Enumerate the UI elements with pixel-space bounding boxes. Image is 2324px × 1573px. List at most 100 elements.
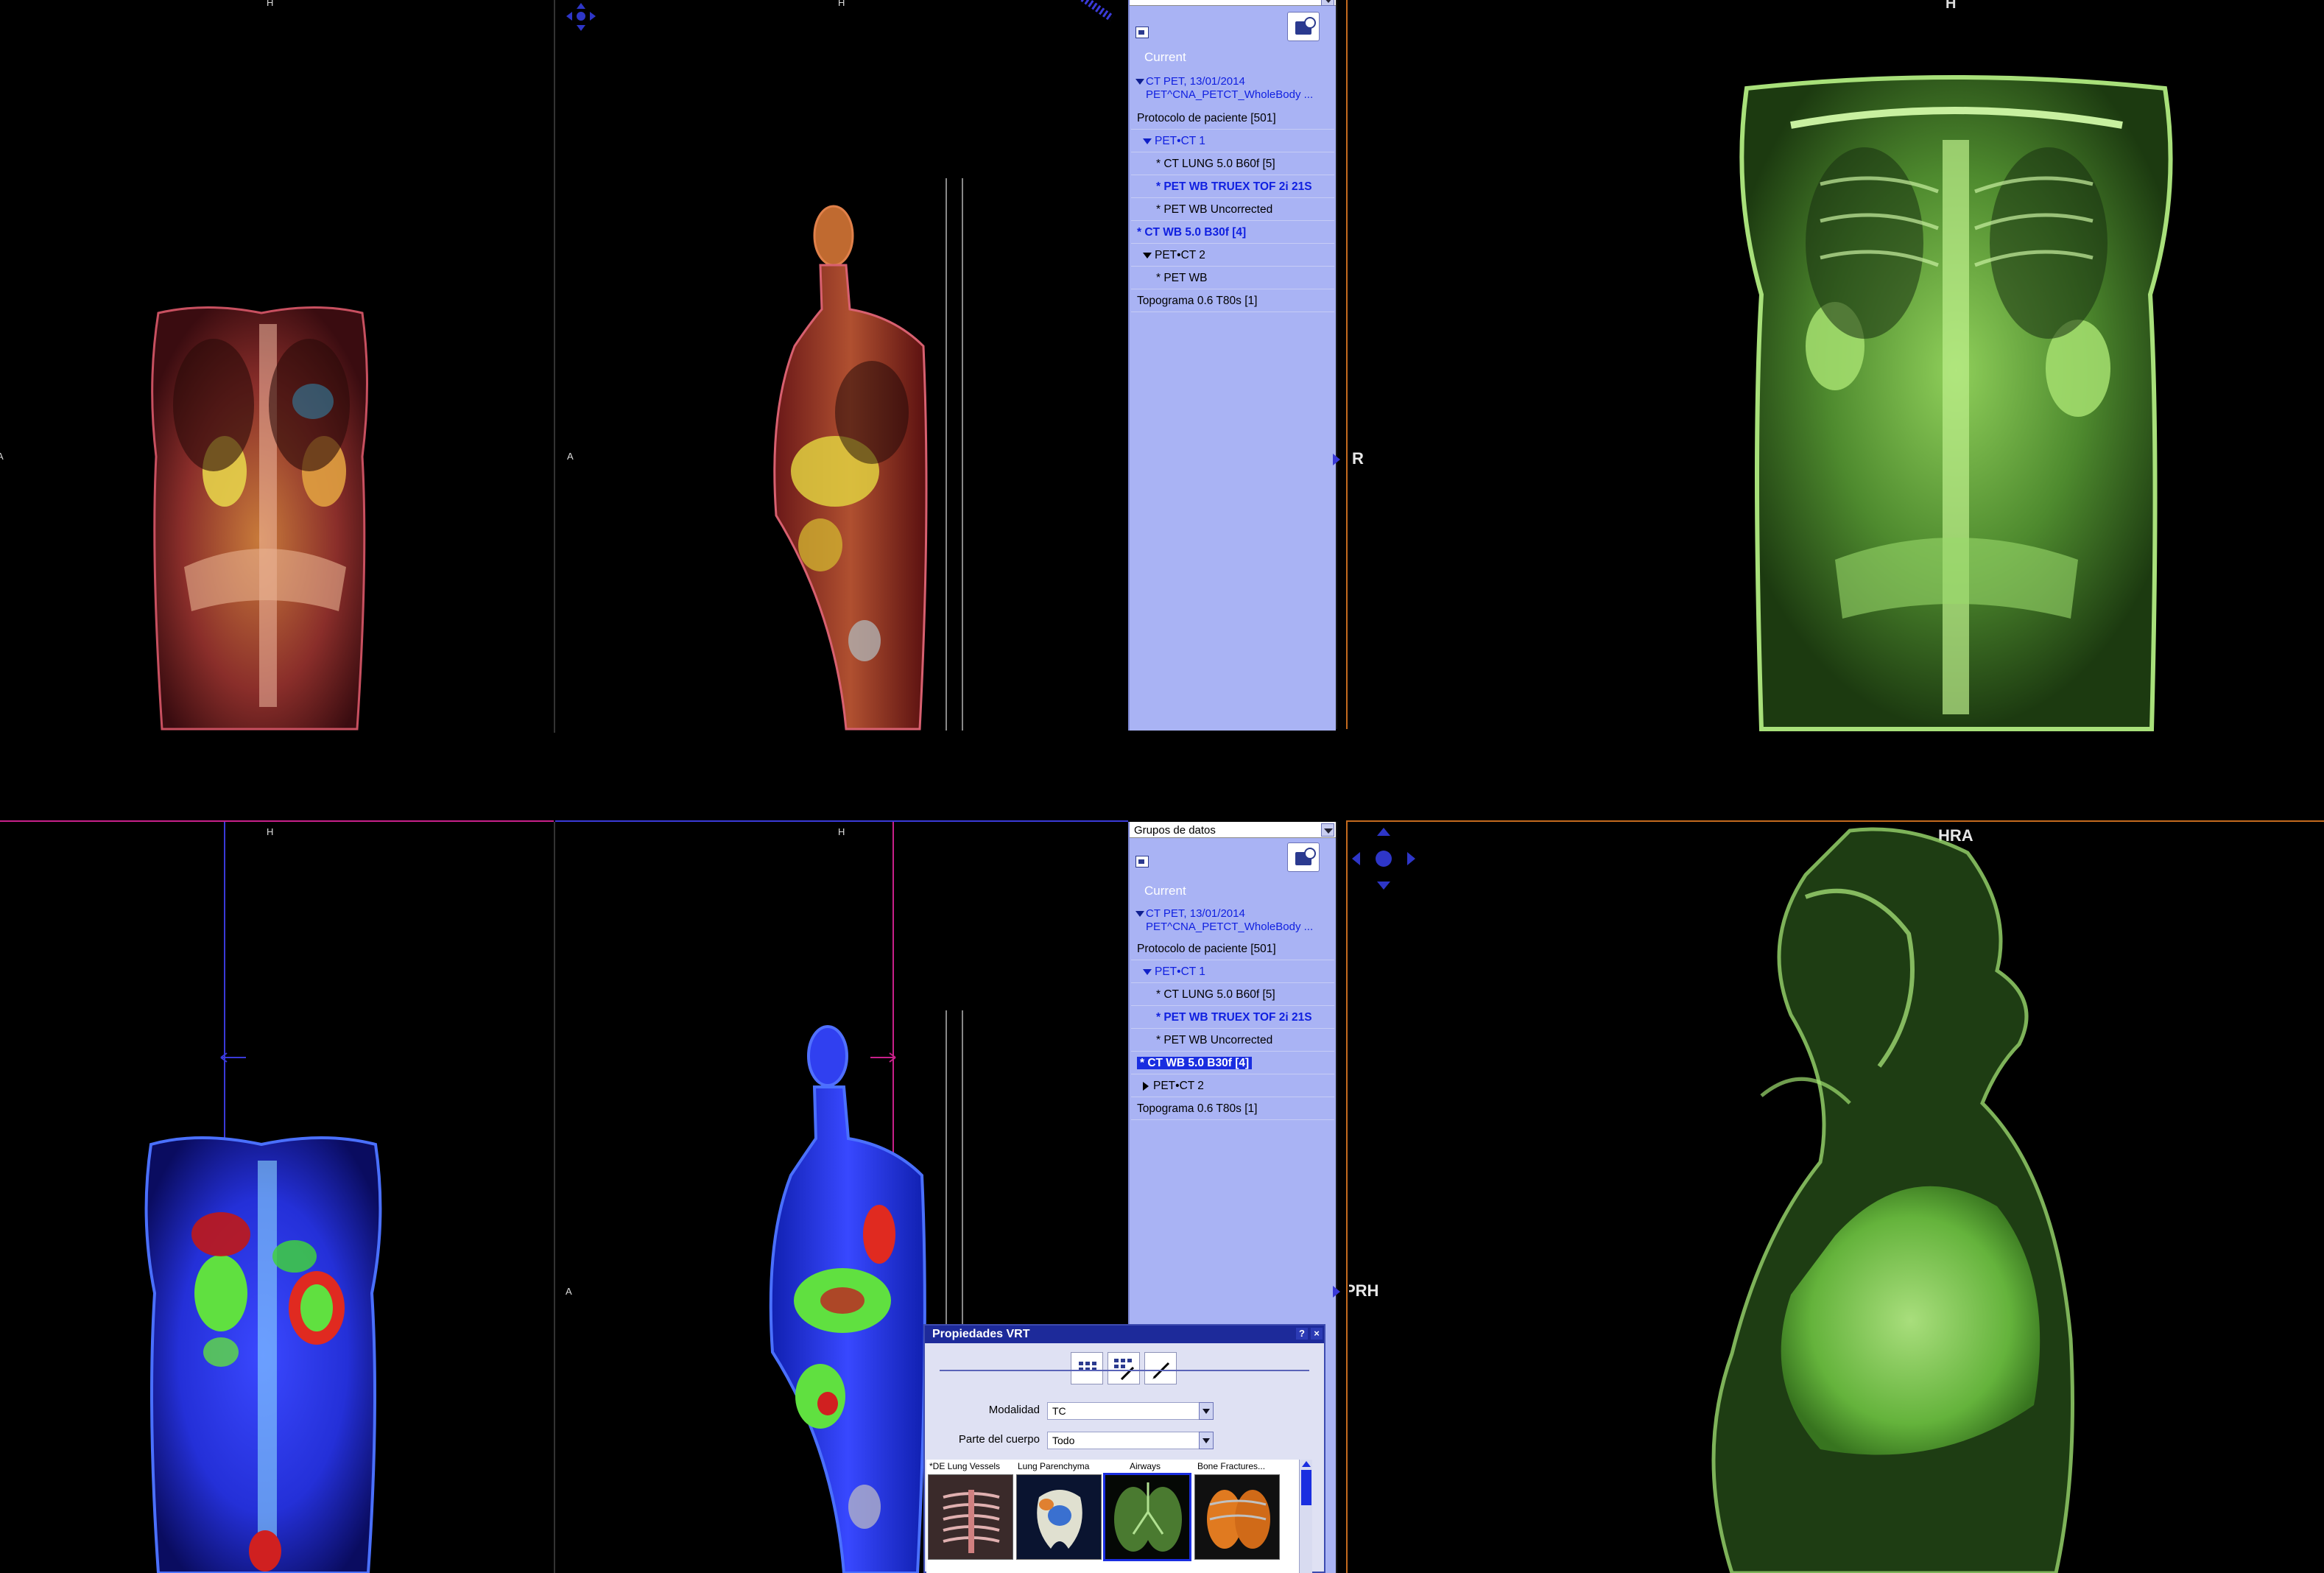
preset-gallery[interactable]: *DE Lung Vessels Lung Parenchyma Airways… (926, 1460, 1312, 1573)
tree-row[interactable]: Protocolo de paciente [501] (1131, 108, 1334, 130)
scroll-up-icon[interactable] (1302, 1461, 1311, 1467)
coronal-pet-image (144, 1136, 382, 1573)
tree-row-label: * CT LUNG 5.0 B60f [5] (1156, 158, 1275, 170)
tree-row[interactable]: PET•CT 1 (1131, 961, 1334, 983)
viewport-top-middle-sagittal[interactable]: H A (555, 0, 1128, 736)
dialog-title: Propiedades VRT (925, 1326, 1324, 1343)
tree-row-label: * PET WB Uncorrected (1156, 203, 1273, 216)
tree-row-label: * PET WB Uncorrected (1156, 1034, 1273, 1046)
coronal-fused-image (151, 306, 368, 731)
tree-row-label: PET•CT 1 (1155, 135, 1205, 147)
vrt-coronal-image (1739, 75, 2173, 731)
viewport-top-left-coronal[interactable]: H A (0, 0, 554, 736)
expand-icon (1135, 911, 1144, 918)
modality-label: Modalidad (988, 1404, 1040, 1416)
bodypart-label: Parte del cuerpo (958, 1433, 1040, 1446)
data-groups-panel-bottom[interactable]: Grupos de datos Current CT PET, 13/01/20… (1128, 822, 1336, 1330)
tree-row[interactable]: Topograma 0.6 T80s [1] (1131, 1098, 1334, 1120)
dropdown-button[interactable] (1321, 823, 1334, 837)
preset-label: Airways (1130, 1461, 1161, 1471)
tree-row-label: * CT LUNG 5.0 B60f [5] (1156, 988, 1275, 1001)
tree-row-label: * PET WB TRUEX TOF 2i 21S (1156, 1011, 1312, 1024)
tree-row[interactable]: * PET WB Uncorrected (1131, 199, 1334, 221)
tree-row[interactable]: Protocolo de paciente [501] (1131, 938, 1334, 960)
study-date: CT PET, 13/01/2014 (1146, 75, 1245, 88)
expand-icon (1135, 79, 1144, 85)
study-date: CT PET, 13/01/2014 (1146, 907, 1245, 920)
study-subtitle: PET^CNA_PETCT_WholeBody ... (1146, 88, 1314, 101)
preset-thumb-bone-fractures[interactable] (1194, 1474, 1280, 1560)
study-subtitle: PET^CNA_PETCT_WholeBody ... (1146, 921, 1314, 933)
preset-label: *DE Lung Vessels (929, 1461, 1001, 1471)
tree-row-label: Protocolo de paciente [501] (1137, 943, 1276, 955)
preset-thumb-airways[interactable] (1103, 1473, 1191, 1561)
panel-header (1130, 0, 1336, 6)
tree-row[interactable]: PET•CT 2 (1131, 1075, 1334, 1097)
bodypart-value: Todo (1052, 1435, 1075, 1446)
tree-row[interactable]: * CT WB 5.0 B30f [4] (1131, 222, 1334, 244)
bodypart-select[interactable]: Todo (1047, 1432, 1214, 1449)
tree-row-label: PET•CT 2 (1155, 249, 1205, 261)
chevron-down-icon[interactable] (1199, 1402, 1214, 1420)
tree-row[interactable]: * PET WB (1131, 267, 1334, 289)
dropdown-button[interactable] (1321, 0, 1334, 6)
tree-row[interactable]: PET•CT 1 (1131, 130, 1334, 152)
panel-header: Grupos de datos (1130, 822, 1336, 838)
preset-label: Bone Fractures... (1197, 1461, 1266, 1471)
gallery-scrollbar[interactable] (1299, 1460, 1312, 1573)
close-button[interactable]: × (1311, 1328, 1323, 1340)
tree-row[interactable]: Topograma 0.6 T80s [1] (1131, 290, 1334, 312)
tree-row-label: Protocolo de paciente [501] (1137, 112, 1276, 124)
collapse-icon[interactable] (1143, 1081, 1149, 1091)
panel-header-title: Grupos de datos (1134, 824, 1216, 837)
tree-row[interactable]: * CT LUNG 5.0 B60f [5] (1131, 153, 1334, 175)
modality-value: TC (1052, 1405, 1066, 1417)
panel-arrow-icon (1333, 1286, 1340, 1298)
viewport-bottom-right-vrt[interactable]: HRA PRH (1349, 823, 2324, 1573)
tree-row[interactable]: * PET WB TRUEX TOF 2i 21S (1131, 176, 1334, 198)
preset-thumb-lung-vessels[interactable] (928, 1474, 1013, 1560)
tree-row[interactable]: PET•CT 2 (1131, 244, 1334, 267)
chevron-down-icon[interactable] (1199, 1432, 1214, 1449)
study-title[interactable]: CT PET, 13/01/2014 (1135, 907, 1333, 921)
collapse-icon[interactable] (1135, 27, 1149, 38)
tree-row-label: * CT WB 5.0 B30f [4] (1137, 226, 1247, 239)
tree-row[interactable]: * PET WB Uncorrected (1131, 1030, 1334, 1052)
preset-thumb-lung-parenchyma[interactable] (1016, 1474, 1102, 1560)
scroll-thumb[interactable] (1301, 1470, 1311, 1505)
tree-row-label: Topograma 0.6 T80s [1] (1137, 295, 1258, 307)
vrt-properties-dialog[interactable]: Propiedades VRT ? × Modalidad TC Parte d… (923, 1324, 1325, 1573)
viewport-divider (1336, 0, 1337, 729)
tree-row-label: Topograma 0.6 T80s [1] (1137, 1102, 1258, 1115)
layout-tool-icon[interactable] (1287, 12, 1320, 41)
current-label: Current (1144, 50, 1186, 64)
grid-view-tool-icon[interactable] (1071, 1352, 1103, 1384)
panel-arrow-icon (1333, 454, 1340, 465)
orientation-marker-side: PRH (1349, 1281, 1379, 1300)
current-label: Current (1144, 884, 1186, 898)
tree-row-label: PET•CT 1 (1155, 965, 1205, 978)
tree-row-label: * PET WB (1156, 272, 1208, 284)
expand-icon[interactable] (1143, 252, 1152, 258)
orange-border (1346, 0, 1348, 729)
sagittal-fused-image (773, 205, 928, 731)
tree-row[interactable]: * CT WB 5.0 B30f [4] (1131, 1052, 1334, 1074)
vrt-sagittal-image (1711, 827, 2074, 1573)
dialog-separator (940, 1370, 1309, 1371)
data-groups-panel-top[interactable]: Current CT PET, 13/01/2014 PET^CNA_PETCT… (1128, 0, 1336, 731)
modality-select[interactable]: TC (1047, 1402, 1214, 1420)
edit-pencil-icon[interactable] (1144, 1352, 1177, 1384)
tree-row-label: * PET WB TRUEX TOF 2i 21S (1156, 180, 1312, 193)
help-button[interactable]: ? (1296, 1328, 1308, 1340)
viewport-bottom-left-coronal[interactable]: H (0, 822, 554, 1573)
orange-border (1346, 822, 1348, 1573)
collapse-icon[interactable] (1135, 856, 1149, 868)
layout-tool-icon[interactable] (1287, 842, 1320, 872)
expand-icon[interactable] (1143, 968, 1152, 975)
study-title[interactable]: CT PET, 13/01/2014 (1135, 75, 1333, 88)
viewport-top-right-vrt[interactable]: H (1349, 0, 2324, 736)
tree-row[interactable]: * CT LUNG 5.0 B60f [5] (1131, 984, 1334, 1006)
tree-row[interactable]: * PET WB TRUEX TOF 2i 21S (1131, 1007, 1334, 1029)
grid-edit-tool-icon[interactable] (1108, 1352, 1140, 1384)
expand-icon[interactable] (1143, 138, 1152, 144)
